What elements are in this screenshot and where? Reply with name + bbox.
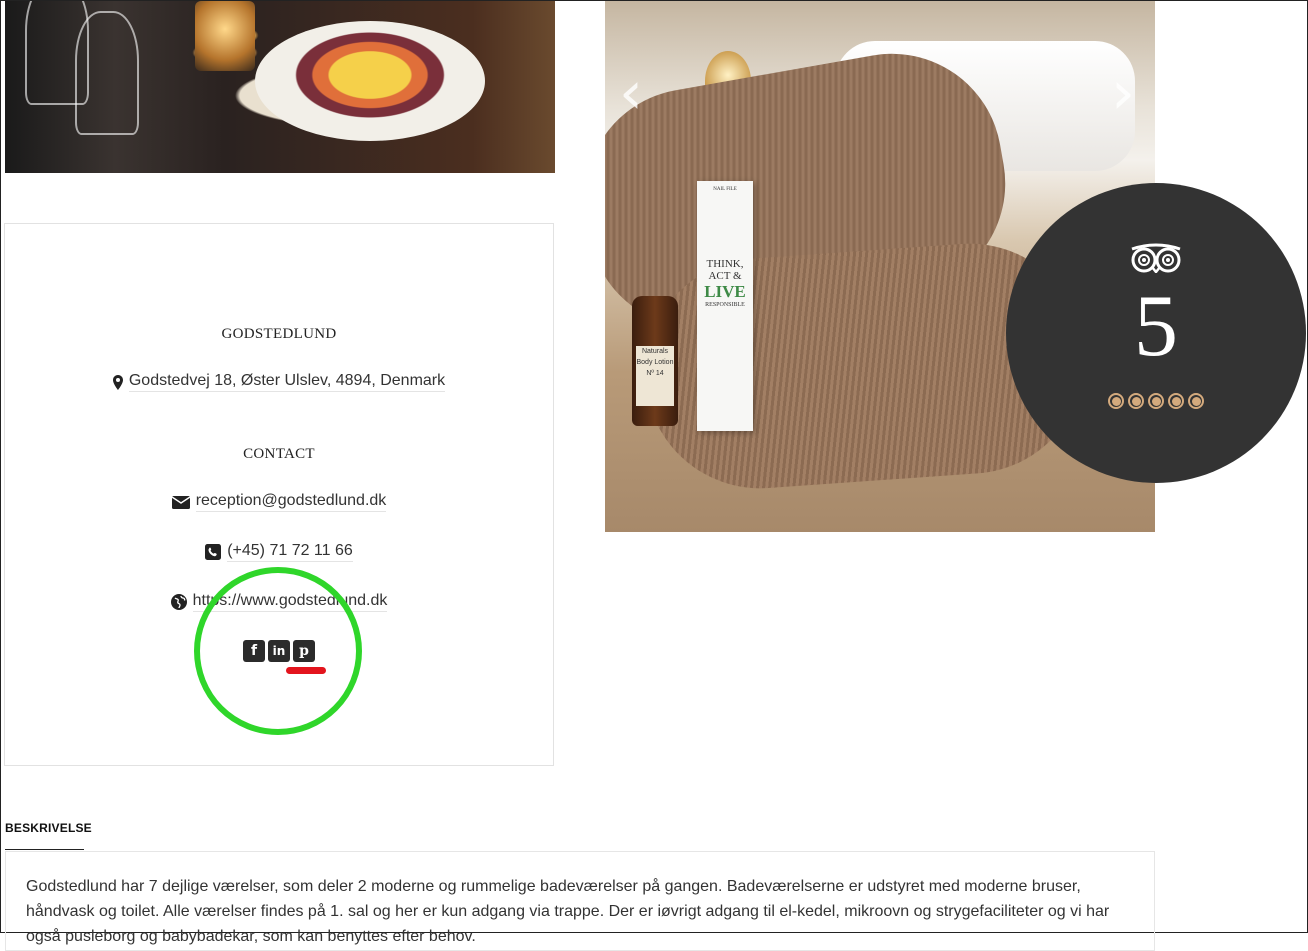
red-underline-annotation	[286, 667, 326, 674]
rating-score: 5	[1134, 278, 1178, 375]
linkedin-icon[interactable]: in	[268, 640, 290, 662]
address-line[interactable]: Godstedvej 18, Øster Ulslev, 4894, Denma…	[5, 372, 553, 392]
email-line[interactable]: reception@godstedlund.dk	[5, 492, 553, 512]
rating-dot	[1168, 393, 1184, 409]
contact-heading: CONTACT	[243, 446, 315, 462]
globe-icon	[170, 594, 187, 610]
contact-card: GODSTEDLUND Godstedvej 18, Øster Ulslev,…	[4, 223, 554, 766]
hotel-name: GODSTEDLUND	[221, 326, 337, 342]
description-panel: Godstedlund har 7 dejlige værelser, som …	[5, 851, 1155, 951]
website-link[interactable]: https://www.godstedlund.dk	[192, 592, 388, 612]
rating-dot	[1108, 393, 1124, 409]
email-link[interactable]: reception@godstedlund.dk	[195, 492, 387, 512]
nail-file-box: NAIL FILE THINK, ACT & LIVE RESPONSIBLE	[697, 181, 753, 431]
phone-link[interactable]: (+45) 71 72 11 66	[227, 542, 353, 562]
address-text[interactable]: Godstedvej 18, Øster Ulslev, 4894, Denma…	[128, 372, 446, 392]
facebook-icon[interactable]: f	[243, 640, 265, 662]
rating-dot	[1188, 393, 1204, 409]
rating-dot	[1148, 393, 1164, 409]
website-line[interactable]: https://www.godstedlund.dk	[5, 592, 553, 612]
phone-line[interactable]: (+45) 71 72 11 66	[5, 542, 553, 562]
tripadvisor-rating-badge[interactable]: 5	[1006, 183, 1306, 483]
hotel-photo-fruit	[5, 1, 555, 173]
phone-icon	[205, 544, 222, 560]
slider-next-arrow[interactable]: ›	[1111, 63, 1135, 123]
map-marker-icon	[112, 374, 123, 390]
tab-description[interactable]: BESKRIVELSE	[5, 821, 92, 835]
slider-prev-arrow[interactable]: ‹	[619, 63, 643, 123]
tripadvisor-owl-icon	[1131, 243, 1181, 273]
social-icons: f in p	[5, 640, 553, 662]
rating-dot	[1128, 393, 1144, 409]
description-text: Godstedlund har 7 dejlige værelser, som …	[26, 878, 1110, 945]
lotion-bottle: Naturals Body Lotion Nº 14	[632, 296, 678, 426]
rating-dots	[1006, 393, 1306, 409]
tab-active-indicator	[5, 849, 84, 850]
envelope-icon	[171, 495, 190, 509]
pinterest-icon[interactable]: p	[293, 640, 315, 662]
